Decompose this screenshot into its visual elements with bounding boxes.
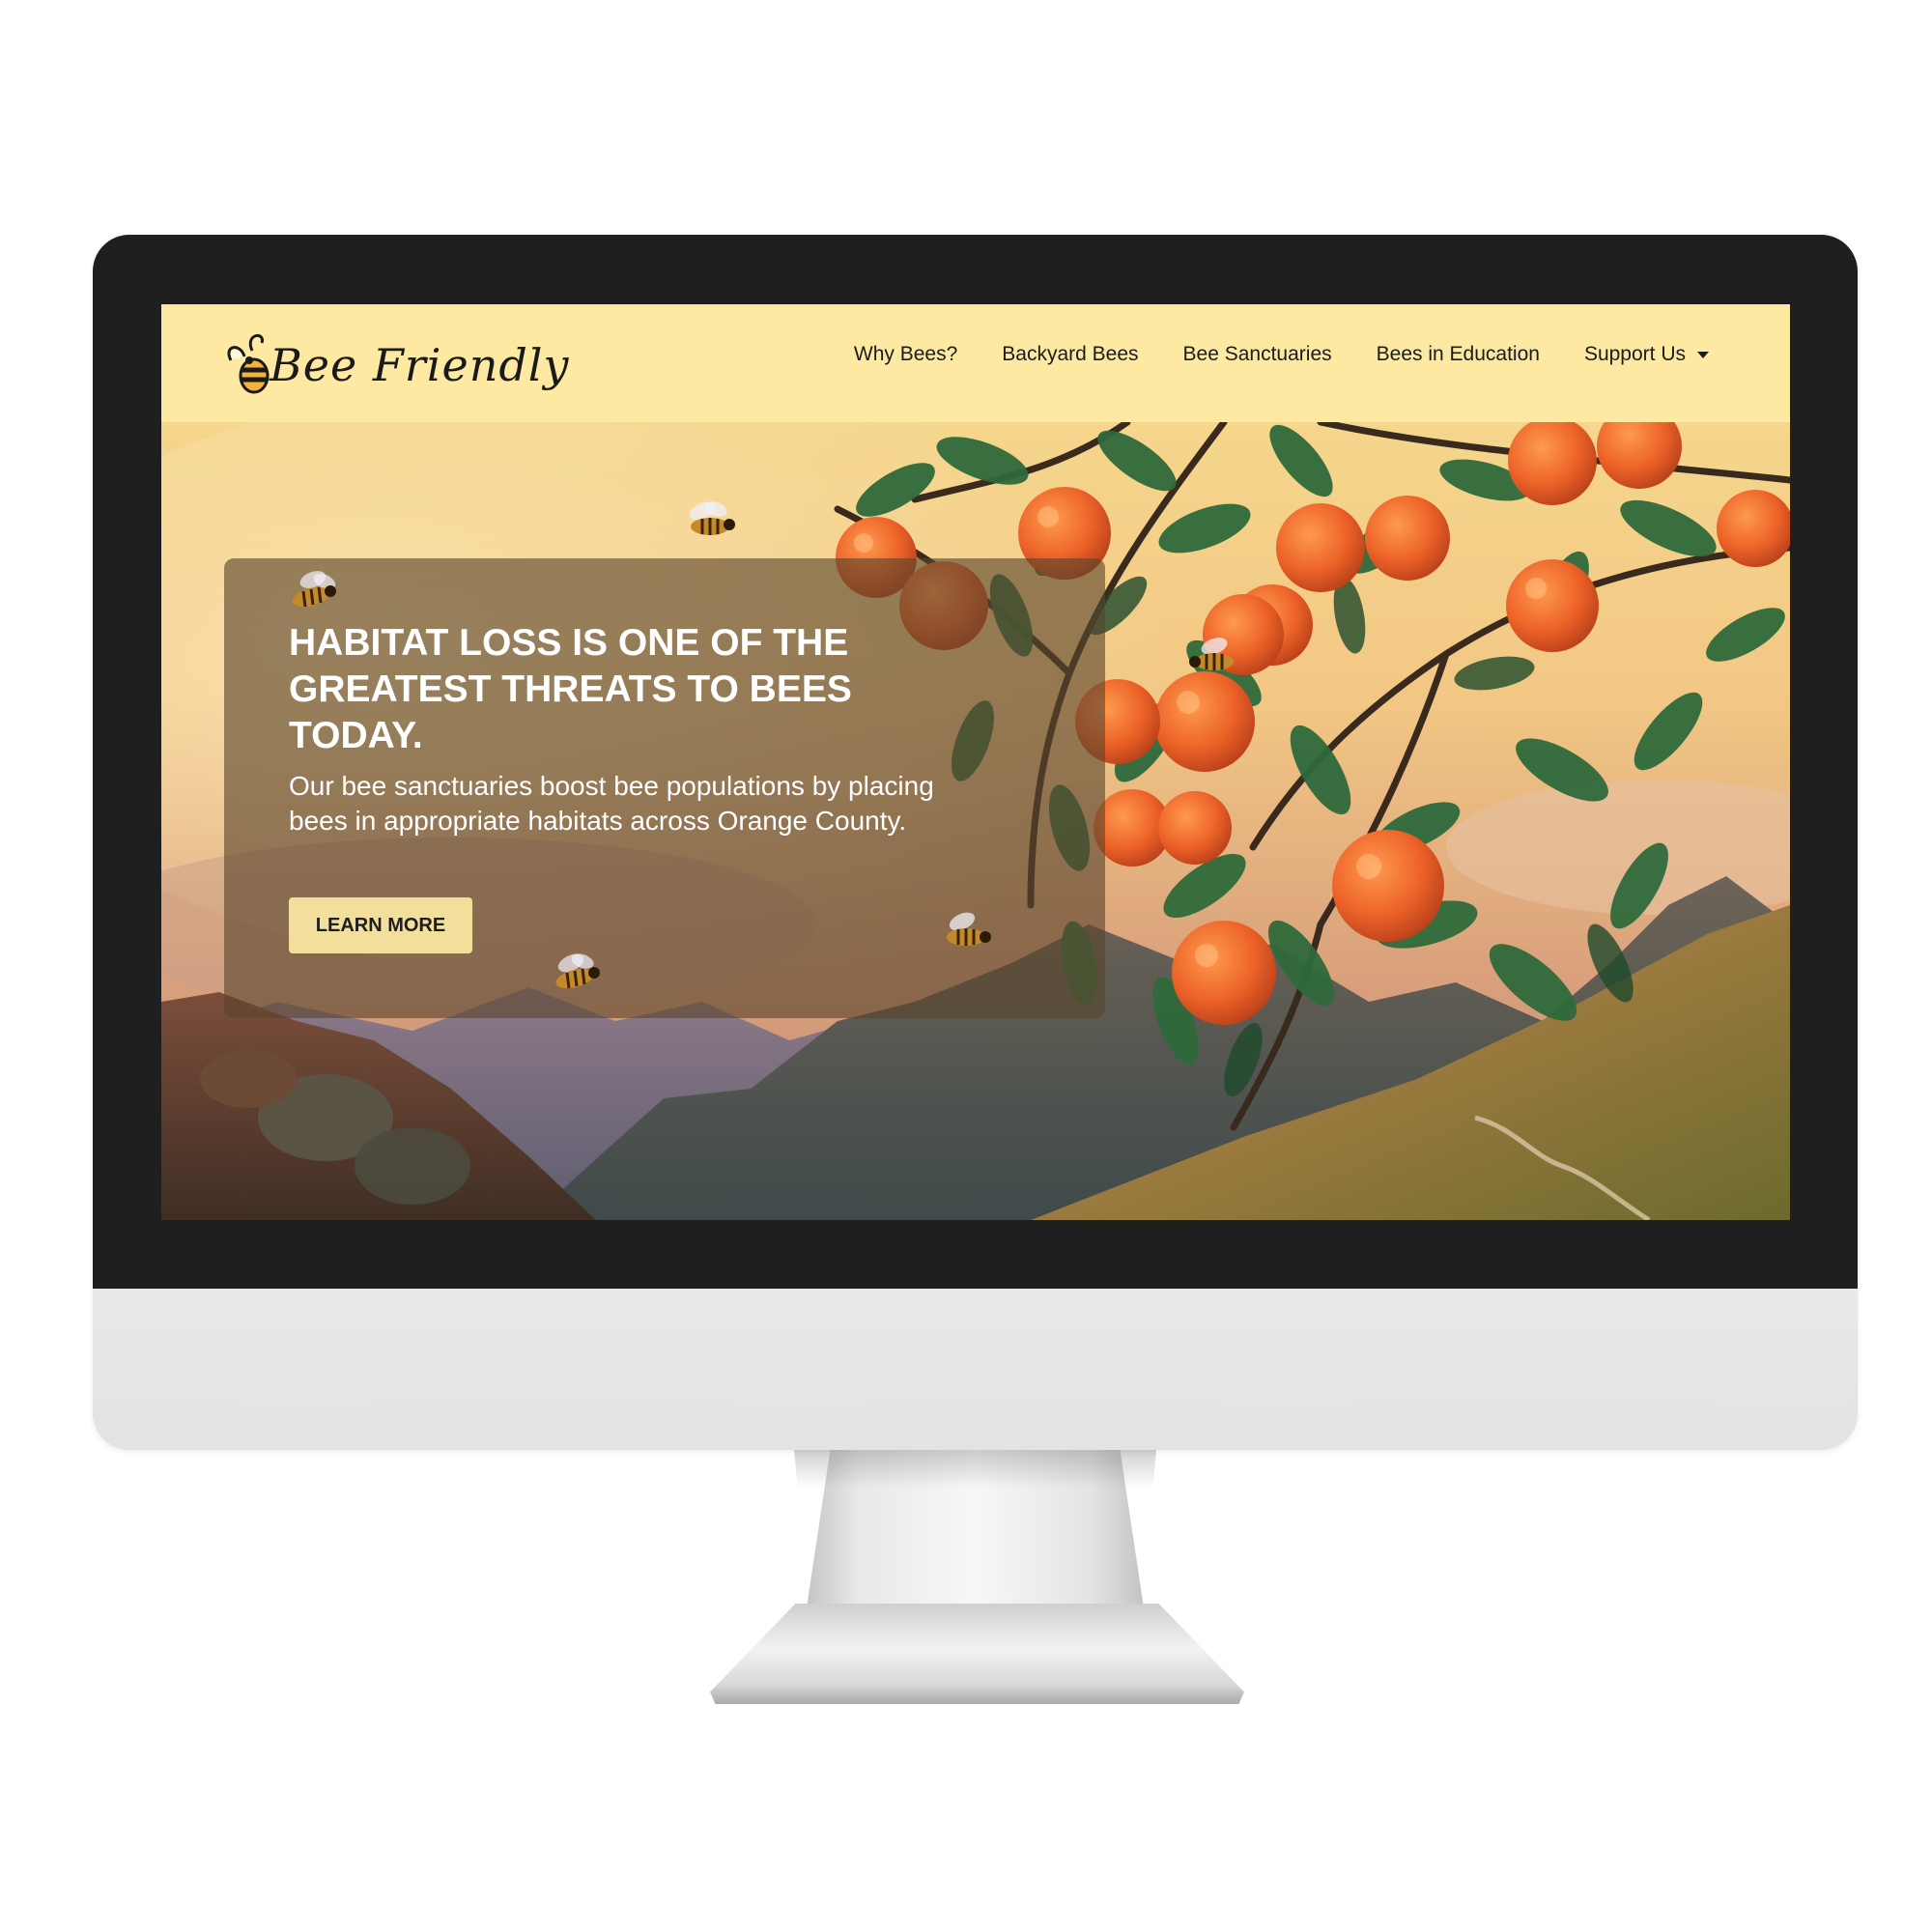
bee-logo-icon <box>223 331 283 399</box>
hero-banner: HABITAT LOSS IS ONE OF THE GREATEST THRE… <box>161 422 1790 1220</box>
monitor-screen: Bee Friendly Why Bees? Backyard Bees Bee… <box>161 304 1790 1220</box>
learn-more-button[interactable]: LEARN MORE <box>289 897 472 953</box>
site-header: Bee Friendly Why Bees? Backyard Bees Bee… <box>161 304 1790 422</box>
nav-support-us-dropdown[interactable]: Support Us <box>1584 343 1709 366</box>
hero-description: Our bee sanctuaries boost bee population… <box>289 771 934 836</box>
bee-icon <box>947 912 991 946</box>
bee-icon <box>292 571 336 608</box>
bee-icon <box>689 501 735 535</box>
monitor-chin <box>93 1289 1858 1450</box>
logo-wordmark: Bee Friendly <box>270 339 570 391</box>
caret-down-icon <box>1697 351 1709 358</box>
nav-bee-sanctuaries[interactable]: Bee Sanctuaries <box>1183 343 1332 366</box>
nav-backyard-bees[interactable]: Backyard Bees <box>1002 343 1138 366</box>
nav-why-bees[interactable]: Why Bees? <box>854 343 957 366</box>
main-nav: Why Bees? Backyard Bees Bee Sanctuaries … <box>854 343 1709 366</box>
bee-icon <box>555 953 600 989</box>
nav-support-us-label: Support Us <box>1583 343 1686 365</box>
monitor-stand-base <box>710 1604 1244 1704</box>
site-logo[interactable]: Bee Friendly <box>223 324 569 407</box>
bee-icon <box>1189 638 1234 670</box>
monitor-stand-shadow <box>794 1450 1156 1489</box>
nav-bees-in-education[interactable]: Bees in Education <box>1377 343 1540 366</box>
hero-title: HABITAT LOSS IS ONE OF THE GREATEST THRE… <box>289 622 852 756</box>
